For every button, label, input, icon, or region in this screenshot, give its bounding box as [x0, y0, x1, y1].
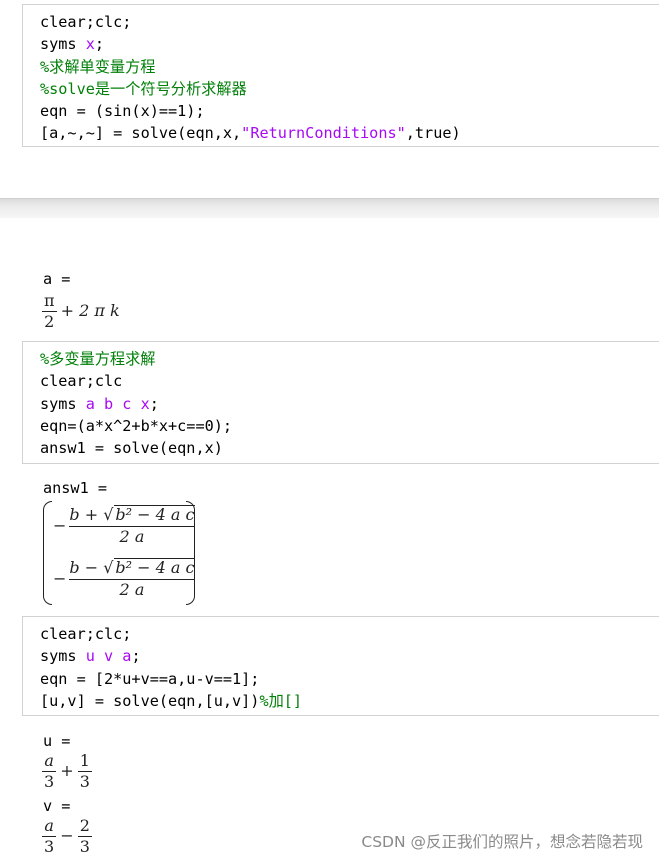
code-line: [u,v] = solve(eqn,[u,v])%加[]	[40, 690, 659, 712]
code-text: ,true)	[405, 124, 461, 143]
operator: +	[60, 761, 74, 780]
code-text: eqn = [2*u+v==a,u-v==1];	[40, 669, 260, 688]
code-token: "ReturnConditions"	[241, 124, 406, 143]
sign: −	[53, 569, 67, 588]
output-matrix-answ1: − b + √ b² − 4 a c 2 a − b − √ b² − 4 a c …	[43, 501, 195, 607]
code-comment: %加[]	[259, 691, 303, 710]
sqrt-radicand: b² − 4 a c	[115, 558, 195, 577]
left-paren	[43, 501, 52, 605]
numerator: 2	[79, 816, 90, 835]
matrix-row-2: − b − √ b² − 4 a c 2 a	[53, 558, 195, 599]
code-text: clear;clc;	[40, 625, 132, 643]
denominator: 3	[42, 836, 57, 856]
code-text: syms	[40, 35, 86, 54]
code-comment: %求解单变量方程	[40, 57, 156, 76]
code-line: eqn=(a*x^2+b*x+c==0);	[40, 415, 659, 437]
code-line: answ1 = solve(eqn,x)	[40, 437, 659, 459]
watermark: CSDN @反正我们的照片，想念若隐若现	[361, 833, 643, 851]
code-text: ;	[149, 394, 159, 413]
code-cell-1[interactable]: clear;clc; syms x; %求解单变量方程 %solve是一个符号分析求解…	[22, 4, 659, 147]
code-comment: %solve是一个符号分析求解器	[40, 79, 247, 98]
expression-tail: + 2 π k	[60, 301, 120, 320]
section-divider	[0, 198, 659, 218]
code-token: u v a	[85, 647, 132, 666]
denominator: 3	[77, 771, 92, 791]
code-line: clear;clc;	[40, 623, 659, 645]
denominator: 3	[77, 836, 92, 856]
numerator-term: b +	[69, 505, 99, 524]
output-label-v: v =	[43, 797, 71, 815]
code-text: clear;clc;	[40, 13, 132, 31]
code-text: clear;clc	[40, 372, 123, 391]
code-cell-2[interactable]: %多变量方程求解 clear;clc syms a b c x; eqn=(a*x^2…	[22, 341, 659, 464]
code-text: syms	[40, 647, 86, 666]
code-line: syms u v a;	[40, 645, 659, 667]
sqrt-radicand: b² − 4 a c	[115, 505, 195, 524]
code-line: syms x;	[40, 33, 659, 55]
code-text: eqn=(a*x^2+b*x+c==0);	[40, 416, 233, 435]
denominator: 2 a	[119, 527, 145, 546]
numerator: 1	[79, 751, 90, 770]
code-line: eqn = [2*u+v==a,u-v==1];	[40, 668, 659, 690]
code-line: eqn = (sin(x)==1);	[40, 100, 659, 122]
denominator: 2 a	[119, 580, 145, 599]
matrix-row-1: − b + √ b² − 4 a c 2 a	[53, 505, 195, 546]
output-value-a: π2 + 2 π k	[42, 291, 120, 331]
code-line: [a,~,~] = solve(eqn,x,"ReturnConditions"…	[40, 122, 659, 144]
output-label-answ1: answ1 =	[43, 479, 108, 497]
output-label-a: a =	[43, 270, 71, 288]
fraction-denominator: 2	[42, 311, 57, 331]
code-text: syms	[40, 394, 86, 413]
denominator: 3	[42, 771, 57, 791]
code-line: %求解单变量方程	[40, 56, 659, 78]
code-line: clear;clc	[40, 370, 659, 392]
output-value-u: a3 + 13	[42, 751, 92, 791]
code-comment: %多变量方程求解	[40, 350, 156, 368]
numerator: a	[44, 751, 54, 770]
code-text: eqn = (sin(x)==1);	[40, 102, 205, 121]
output-label-u: u =	[43, 732, 71, 750]
code-line: %solve是一个符号分析求解器	[40, 78, 659, 100]
code-token: x	[85, 35, 95, 54]
code-token: a b c x	[85, 394, 150, 413]
numerator-term: b −	[69, 558, 99, 577]
code-text: [u,v] = solve(eqn,[u,v])	[40, 691, 260, 710]
code-line: clear;clc;	[40, 11, 659, 33]
sign: −	[53, 516, 67, 535]
code-text: ;	[94, 35, 105, 54]
code-cell-3[interactable]: clear;clc; syms u v a; eqn = [2*u+v==a,u-v…	[22, 616, 659, 716]
numerator: a	[44, 816, 54, 835]
code-text: answ1 = solve(eqn,x)	[40, 439, 223, 458]
output-value-v: a3 − 23	[42, 816, 92, 856]
code-text: [a,~,~] = solve(eqn,x,	[40, 124, 242, 143]
code-line: syms a b c x;	[40, 393, 659, 415]
operator: −	[60, 826, 74, 845]
code-text: ;	[131, 647, 141, 666]
fraction-numerator: π	[44, 291, 55, 310]
code-line: %多变量方程求解	[40, 348, 659, 370]
